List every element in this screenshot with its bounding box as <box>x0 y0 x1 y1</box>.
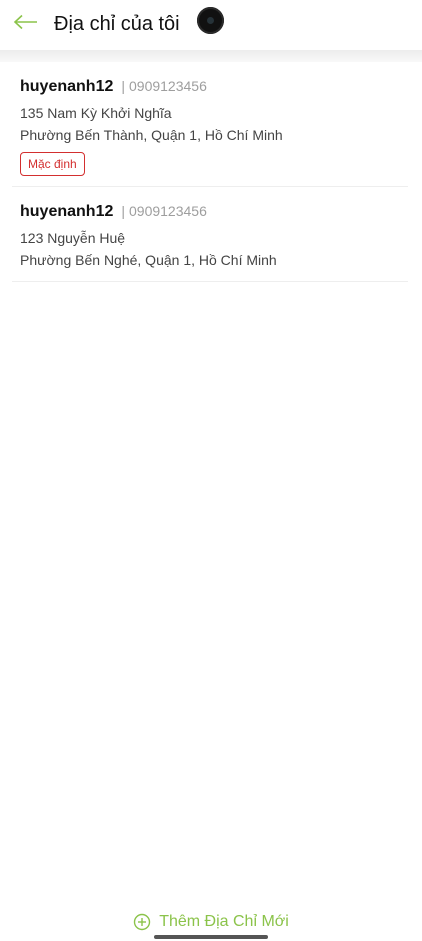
header-divider <box>0 50 422 62</box>
address-area: Phường Bến Nghé, Quận 1, Hồ Chí Minh <box>20 252 277 268</box>
plus-circle-icon <box>133 913 151 931</box>
app-header: Địa chỉ của tôi <box>0 0 422 50</box>
contact-name: huyenanh12 <box>20 203 114 220</box>
default-badge: Mặc định <box>20 152 85 176</box>
camera-cutout <box>197 7 224 34</box>
arrow-left-icon <box>13 14 37 30</box>
address-list: huyenanh12 | 0909123456 135 Nam Kỳ Khởi … <box>12 62 408 282</box>
add-address-label: Thêm Địa Chỉ Mới <box>159 913 289 930</box>
home-indicator[interactable] <box>154 935 268 939</box>
contact-row: huyenanh12 | 0909123456 <box>20 203 400 225</box>
contact-row: huyenanh12 | 0909123456 <box>20 78 400 100</box>
back-button[interactable] <box>10 8 42 36</box>
address-street: 123 Nguyễn Huệ <box>20 230 126 246</box>
add-address-button[interactable]: Thêm Địa Chỉ Mới <box>0 908 422 936</box>
page-title: Địa chỉ của tôi <box>54 13 180 35</box>
separator: | <box>121 203 125 219</box>
address-street: 135 Nam Kỳ Khởi Nghĩa <box>20 105 172 121</box>
contact-phone: 0909123456 <box>129 203 207 219</box>
address-card-default[interactable]: huyenanh12 | 0909123456 135 Nam Kỳ Khởi … <box>12 62 408 187</box>
address-area: Phường Bến Thành, Quận 1, Hồ Chí Minh <box>20 127 283 143</box>
address-card[interactable]: huyenanh12 | 0909123456 123 Nguyễn Huệ P… <box>12 187 408 282</box>
contact-name: huyenanh12 <box>20 78 114 95</box>
contact-phone: 0909123456 <box>129 78 207 94</box>
separator: | <box>121 78 125 94</box>
